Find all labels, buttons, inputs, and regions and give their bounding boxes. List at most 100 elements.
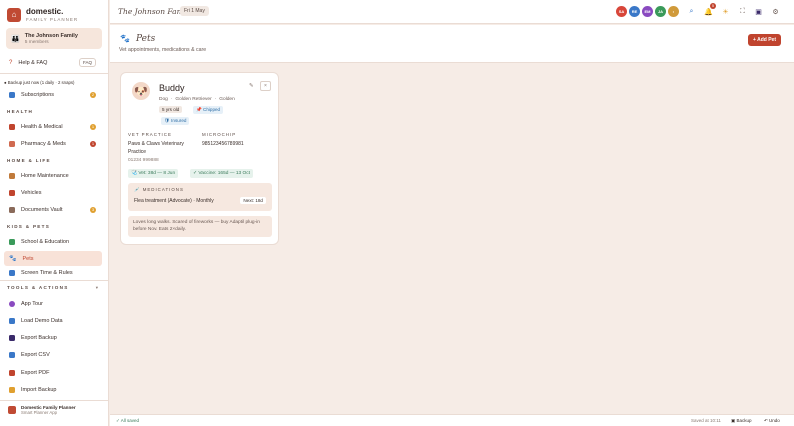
sidebar-item-pharmacy[interactable]: Pharmacy & Meds 1 bbox=[4, 136, 102, 151]
brand-subtitle: FAMILY PLANNER bbox=[26, 17, 79, 22]
tool-export-backup[interactable]: Export Backup bbox=[4, 330, 102, 345]
divider bbox=[0, 400, 109, 401]
sidebar-item-label: Pets bbox=[22, 255, 34, 262]
search-icon[interactable]: ⌕ bbox=[687, 7, 696, 16]
pet-notes: Loves long walks. Scared of fireworks — … bbox=[128, 216, 272, 237]
undo-button[interactable]: ↶ Undo bbox=[764, 418, 780, 424]
school-icon bbox=[9, 238, 15, 245]
screen-icon bbox=[9, 270, 15, 276]
tool-export-pdf[interactable]: Export PDF bbox=[4, 365, 102, 380]
add-pet-button[interactable]: + Add Pet bbox=[747, 34, 781, 46]
chipped-label: Chipped bbox=[203, 107, 221, 112]
save-time: Saved at 10:11 bbox=[691, 418, 721, 423]
tool-label: Load Demo Data bbox=[21, 317, 63, 324]
tool-load-demo[interactable]: Load Demo Data bbox=[4, 313, 102, 328]
member-avatar[interactable]: SA bbox=[616, 6, 627, 17]
pet-card: 🐶 Buddy Dog · Golden Retriever · Golden 5 … bbox=[120, 72, 279, 245]
sidebar-item-home-maintenance[interactable]: Home Maintenance bbox=[4, 168, 102, 183]
sidebar-item-pets[interactable]: 🐾 Pets bbox=[4, 251, 102, 266]
pet-species: Dog bbox=[159, 97, 168, 102]
count-badge: 3 bbox=[90, 206, 96, 213]
undo-icon: ↶ bbox=[764, 418, 768, 423]
pet-age-tag: 5 yrs old bbox=[159, 106, 183, 113]
medication-item: Flea treatment (Advocate) · Monthly bbox=[134, 198, 214, 204]
section-label-health: HEALTH bbox=[7, 109, 34, 114]
dog-icon: 🐶 bbox=[132, 82, 150, 100]
sidebar-item-label: Screen Time & Rules bbox=[21, 270, 73, 276]
pill-icon bbox=[9, 140, 15, 147]
tool-app-tour[interactable]: App Tour bbox=[4, 296, 102, 311]
tool-label: Import Backup bbox=[21, 386, 57, 393]
fullscreen-icon[interactable]: ⛶ bbox=[738, 7, 747, 16]
subscriptions-icon bbox=[9, 91, 15, 98]
document-icon bbox=[9, 206, 15, 213]
delete-button[interactable]: × bbox=[260, 81, 271, 91]
edit-icon[interactable]: ✎ bbox=[249, 83, 254, 89]
calendar-icon[interactable]: ▣ bbox=[754, 7, 763, 16]
medications-label: MEDICATIONS bbox=[142, 187, 184, 192]
backup-label: Backup bbox=[736, 418, 752, 423]
medications-header: 💉 MEDICATIONS bbox=[134, 187, 184, 193]
page-title: Pets bbox=[136, 34, 156, 44]
sidebar-item-school[interactable]: School & Education bbox=[4, 234, 102, 249]
sidebar-item-label: Documents Vault bbox=[21, 206, 63, 213]
count-badge: 1 bbox=[90, 123, 96, 130]
brand[interactable]: ⌂ domestic. FAMILY PLANNER bbox=[7, 7, 78, 22]
chart-icon bbox=[9, 351, 15, 358]
app-logo-icon bbox=[8, 406, 16, 414]
tool-import-backup[interactable]: Import Backup bbox=[4, 382, 102, 397]
status-bar: ✓ All saved Saved at 10:11 ▣ Backup ↶ Un… bbox=[110, 414, 794, 426]
tool-export-csv[interactable]: Export CSV bbox=[4, 347, 102, 362]
home-logo-icon: ⌂ bbox=[7, 7, 21, 22]
sidebar-item-label: Subscriptions bbox=[21, 91, 55, 98]
collapse-chevron-icon[interactable]: ▾ bbox=[96, 285, 98, 291]
undo-label: Undo bbox=[769, 418, 780, 423]
member-avatar[interactable]: • bbox=[668, 6, 679, 17]
pdf-icon bbox=[9, 369, 15, 376]
date-chip[interactable]: Fri 1 May bbox=[180, 6, 209, 16]
vet-label: VET PRACTICE bbox=[128, 132, 172, 137]
medication-next: Next: 18d bbox=[240, 197, 266, 204]
tour-icon bbox=[9, 300, 15, 307]
paw-icon: 🐾 bbox=[9, 256, 17, 262]
sidebar-item-vehicles[interactable]: Vehicles bbox=[4, 185, 102, 200]
faq-badge: FAQ bbox=[78, 58, 96, 67]
sidebar-item-label: Help & FAQ bbox=[18, 59, 48, 66]
medications-box: 💉 MEDICATIONS Flea treatment (Advocate) … bbox=[128, 183, 272, 211]
sidebar-item-label: Pharmacy & Meds bbox=[21, 140, 66, 147]
save-status: ✓ All saved bbox=[116, 418, 140, 423]
backup-button[interactable]: ▣ Backup bbox=[731, 418, 752, 424]
divider bbox=[0, 73, 109, 74]
sidebar-item-label: Home Maintenance bbox=[21, 172, 69, 179]
page-header: 🐾 Pets Vet appointments, medications & c… bbox=[110, 25, 794, 63]
count-badge: 2 bbox=[90, 91, 96, 98]
pet-color: Golden bbox=[219, 97, 235, 102]
sidebar-item-health[interactable]: Health & Medical 1 bbox=[4, 119, 102, 134]
member-avatar[interactable]: JA bbox=[655, 6, 666, 17]
car-icon bbox=[9, 189, 15, 196]
help-icon: ? bbox=[9, 59, 13, 66]
family-name: The Johnson Family bbox=[24, 32, 78, 39]
app-tagline: Smart Planner App bbox=[21, 410, 58, 415]
sidebar-item-subscriptions[interactable]: Subscriptions 2 bbox=[4, 87, 102, 102]
backup-status-text: Backup just now (1 daily · 2 snaps) bbox=[7, 80, 75, 85]
vet-phone: 01234 999888 bbox=[128, 158, 159, 163]
section-label-kids-pets: KIDS & PETS bbox=[7, 224, 51, 229]
family-icon: 👪 bbox=[11, 35, 20, 43]
tool-label: Export PDF bbox=[21, 369, 50, 376]
family-members: 5 members bbox=[24, 39, 49, 45]
member-avatar[interactable]: EM bbox=[642, 6, 653, 17]
insured-label: Insured bbox=[171, 118, 187, 123]
sidebar-item-screen-time[interactable]: Screen Time & Rules bbox=[4, 268, 102, 278]
member-avatar[interactable]: RE bbox=[629, 6, 640, 17]
section-label-home: HOME & LIFE bbox=[7, 158, 51, 163]
settings-icon[interactable]: ⚙ bbox=[771, 7, 780, 16]
sun-icon[interactable]: ☀ bbox=[721, 7, 730, 16]
sidebar-item-label: School & Education bbox=[21, 238, 70, 245]
sidebar-item-documents[interactable]: Documents Vault 3 bbox=[4, 202, 102, 217]
divider bbox=[0, 280, 109, 281]
family-switcher[interactable]: 👪 The Johnson Family 5 members bbox=[6, 28, 102, 49]
section-label-tools: TOOLS & ACTIONS bbox=[7, 285, 69, 290]
sidebar-item-help[interactable]: ? Help & FAQ FAQ bbox=[4, 55, 102, 70]
house-icon bbox=[9, 172, 15, 179]
